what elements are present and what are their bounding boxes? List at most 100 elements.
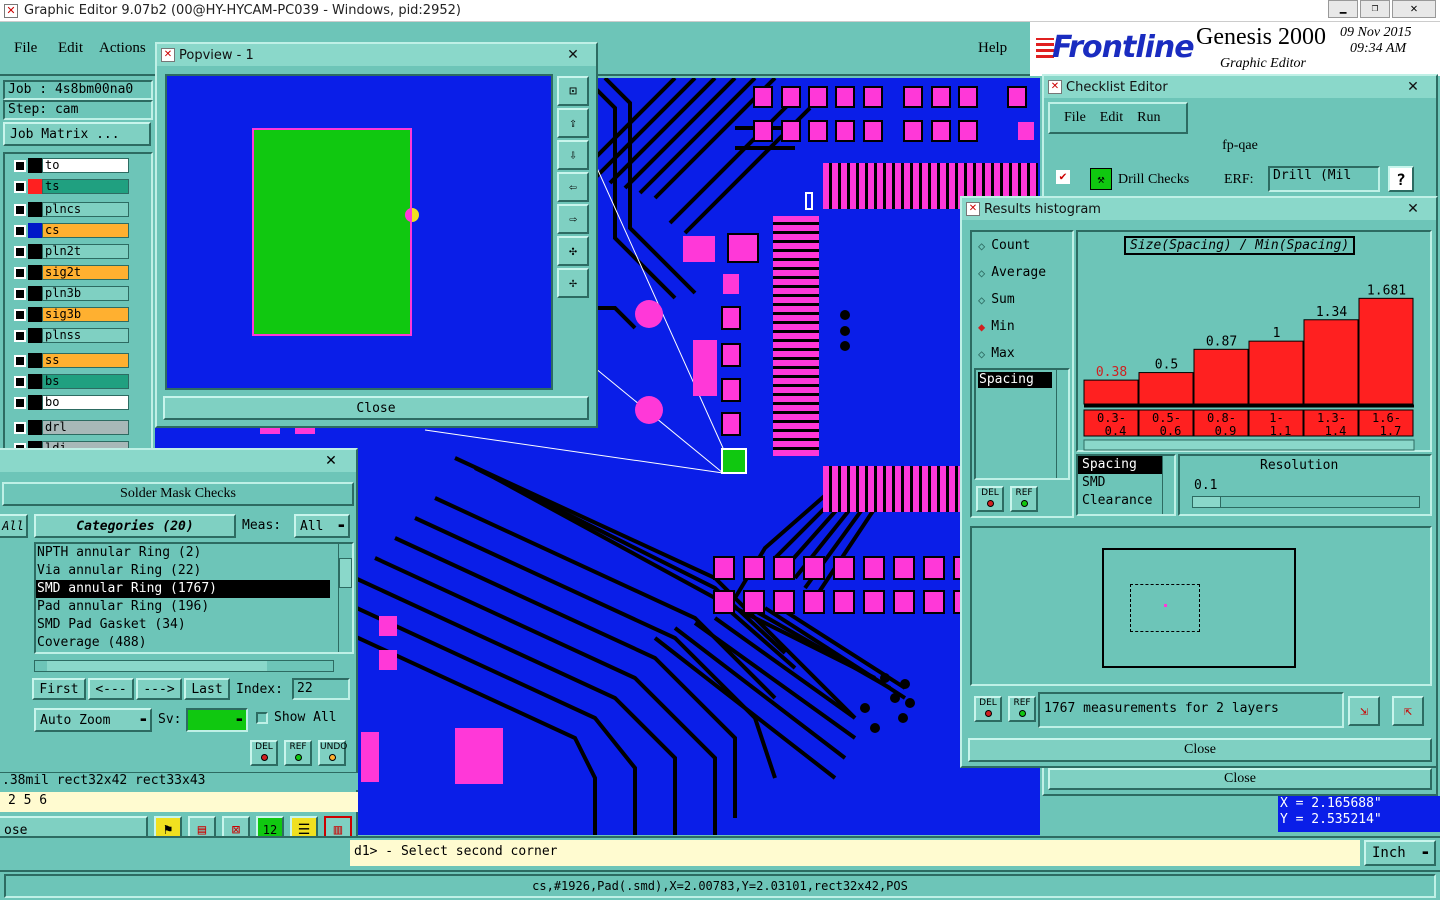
category-scrollbar[interactable] bbox=[338, 544, 352, 652]
histogram-close-button[interactable]: Close bbox=[968, 738, 1432, 762]
layer-checkbox[interactable] bbox=[14, 180, 26, 193]
checklist-menu-file[interactable]: File bbox=[1064, 110, 1086, 126]
histogram-bar[interactable] bbox=[1083, 379, 1139, 405]
checklist-menu-edit[interactable]: Edit bbox=[1100, 110, 1123, 126]
category-item[interactable]: Coverage (488) bbox=[36, 634, 330, 652]
layer-checkbox[interactable] bbox=[14, 308, 26, 321]
checklist-row[interactable]: ✔ ⚒ Drill Checks ERF: Drill (Mil ? bbox=[1048, 164, 1432, 194]
next-button[interactable]: ---> bbox=[136, 678, 182, 700]
help-button[interactable]: ? bbox=[1388, 166, 1414, 192]
mode-radio[interactable]: ◇ Count bbox=[972, 232, 1072, 259]
histogram-bar[interactable] bbox=[1303, 319, 1359, 405]
layer-row[interactable]: bo bbox=[11, 395, 129, 410]
units-dropdown[interactable]: Inch ▬ bbox=[1364, 840, 1436, 866]
layer-row[interactable]: pln3b bbox=[11, 286, 129, 301]
layer-checkbox[interactable] bbox=[14, 159, 26, 172]
meas-dropdown[interactable]: All ▬ bbox=[294, 514, 350, 538]
histogram-bar[interactable] bbox=[1193, 348, 1249, 405]
layer-list[interactable]: to ts plncs cs pln2t sig2t pln3b sig3b plnss ss bs… bbox=[3, 152, 153, 477]
index-input[interactable]: 22 bbox=[292, 678, 350, 700]
resolution-slider[interactable] bbox=[1192, 496, 1420, 508]
layer-row[interactable]: pln2t bbox=[11, 244, 129, 259]
popview-close-icon[interactable]: ✕ bbox=[556, 46, 590, 64]
histogram-chart[interactable]: 0.38 0.3-0.4 0.5 0.5-0.6 0.87 0.8-0.9 1 1-1.1 1.… bbox=[1078, 252, 1418, 452]
layer-checkbox[interactable] bbox=[14, 203, 26, 216]
ref-button[interactable]: REF bbox=[284, 740, 312, 766]
layer-checkbox[interactable] bbox=[14, 287, 26, 300]
layer-row[interactable]: to bbox=[11, 158, 129, 173]
pan-right-icon[interactable]: ⇨ bbox=[557, 204, 589, 234]
category-item[interactable]: SMD annular Ring (1767) bbox=[36, 580, 330, 598]
measure-item[interactable]: Spacing bbox=[978, 372, 1052, 388]
erf-field[interactable]: Drill (Mil bbox=[1268, 166, 1380, 192]
preview-box[interactable] bbox=[1102, 548, 1296, 668]
histogram-bar[interactable] bbox=[1248, 340, 1304, 405]
sv-color-picker[interactable]: ▬ bbox=[186, 708, 248, 732]
auto-zoom-dropdown[interactable]: Auto Zoom ▬ bbox=[34, 708, 152, 732]
layer-checkbox[interactable] bbox=[14, 245, 26, 258]
categories-header[interactable]: Categories (20) bbox=[34, 514, 236, 538]
checklist-menu-run[interactable]: Run bbox=[1137, 110, 1160, 126]
histogram-scrollbar[interactable] bbox=[1083, 439, 1415, 451]
menu-edit[interactable]: Edit bbox=[58, 40, 83, 57]
preview-ref-button[interactable]: REF bbox=[1008, 696, 1036, 722]
checklist-close-button[interactable]: Close bbox=[1048, 768, 1432, 790]
layer-checkbox[interactable] bbox=[14, 224, 26, 237]
expand-icon[interactable]: ⇱ bbox=[1392, 696, 1424, 726]
layer-row[interactable]: ts bbox=[11, 179, 129, 194]
measure-list[interactable]: Spacing bbox=[974, 368, 1070, 480]
histogram-del-button[interactable]: DEL bbox=[976, 486, 1004, 512]
zoom-down-icon[interactable]: ⇩ bbox=[557, 140, 589, 170]
menu-file[interactable]: File bbox=[14, 40, 37, 57]
highlight-pad[interactable] bbox=[721, 448, 747, 474]
histogram-ref-button[interactable]: REF bbox=[1010, 486, 1038, 512]
category-item[interactable]: Via annular Ring (22) bbox=[36, 562, 330, 580]
last-button[interactable]: Last bbox=[184, 678, 230, 700]
popview-canvas[interactable] bbox=[165, 74, 553, 390]
side-all-button[interactable]: All bbox=[0, 514, 28, 538]
undo-button[interactable]: UNDO bbox=[318, 740, 347, 766]
pan-left-icon[interactable]: ⇦ bbox=[557, 172, 589, 202]
menu-help[interactable]: Help bbox=[978, 40, 1007, 57]
layer-row[interactable]: bs bbox=[11, 374, 129, 389]
job-matrix-button[interactable]: Job Matrix ... bbox=[3, 122, 151, 146]
layer-checkbox[interactable] bbox=[14, 354, 26, 367]
type-list[interactable]: Spacing SMD Clearance bbox=[1076, 454, 1176, 516]
checklist-close-icon[interactable]: ✕ bbox=[1396, 78, 1430, 96]
histogram-bar[interactable] bbox=[1358, 297, 1414, 405]
type-item[interactable]: SMD bbox=[1078, 474, 1162, 492]
histogram-close-icon[interactable]: ✕ bbox=[1396, 200, 1430, 218]
zoom-out-icon[interactable]: ✢ bbox=[557, 268, 589, 298]
layer-row[interactable]: plncs bbox=[11, 202, 129, 217]
layer-checkbox[interactable] bbox=[14, 421, 26, 434]
layer-checkbox[interactable] bbox=[14, 396, 26, 409]
mode-radio[interactable]: ◇ Sum bbox=[972, 286, 1072, 313]
del-button[interactable]: DEL bbox=[250, 740, 278, 766]
layer-row[interactable]: drl bbox=[11, 420, 129, 435]
zoom-fit-icon[interactable]: ⊡ bbox=[557, 76, 589, 106]
window-close-button[interactable]: ✕ bbox=[1392, 0, 1436, 18]
category-item[interactable]: NPTH annular Ring (2) bbox=[36, 544, 330, 562]
layer-row[interactable]: sig3b bbox=[11, 307, 129, 322]
type-item[interactable]: Spacing bbox=[1078, 456, 1162, 474]
layer-checkbox[interactable] bbox=[14, 329, 26, 342]
prev-button[interactable]: <--- bbox=[88, 678, 134, 700]
layer-checkbox[interactable] bbox=[14, 266, 26, 279]
layer-row[interactable]: cs bbox=[11, 223, 129, 238]
category-hscroll[interactable] bbox=[34, 660, 334, 672]
category-list[interactable]: NPTH annular Ring (2) Via annular Ring (2… bbox=[34, 542, 354, 654]
preview-del-button[interactable]: DEL bbox=[974, 696, 1002, 722]
layer-row[interactable]: sig2t bbox=[11, 265, 129, 280]
popview-close-button[interactable]: Close bbox=[163, 396, 589, 420]
mode-radio[interactable]: ◇ Average bbox=[972, 259, 1072, 286]
mode-radio[interactable]: ◇ Max bbox=[972, 340, 1072, 367]
layer-row[interactable]: plnss bbox=[11, 328, 129, 343]
mode-radio[interactable]: ◆ Min bbox=[972, 313, 1072, 340]
menu-actions[interactable]: Actions bbox=[99, 40, 146, 57]
layer-row[interactable]: ss bbox=[11, 353, 129, 368]
show-all-checkbox[interactable] bbox=[256, 712, 268, 724]
category-item[interactable]: SMD Pad Gasket (34) bbox=[36, 616, 330, 634]
export-icon[interactable]: ⇲ bbox=[1348, 696, 1380, 726]
layer-checkbox[interactable] bbox=[14, 375, 26, 388]
category-item[interactable]: Pad annular Ring (196) bbox=[36, 598, 330, 616]
